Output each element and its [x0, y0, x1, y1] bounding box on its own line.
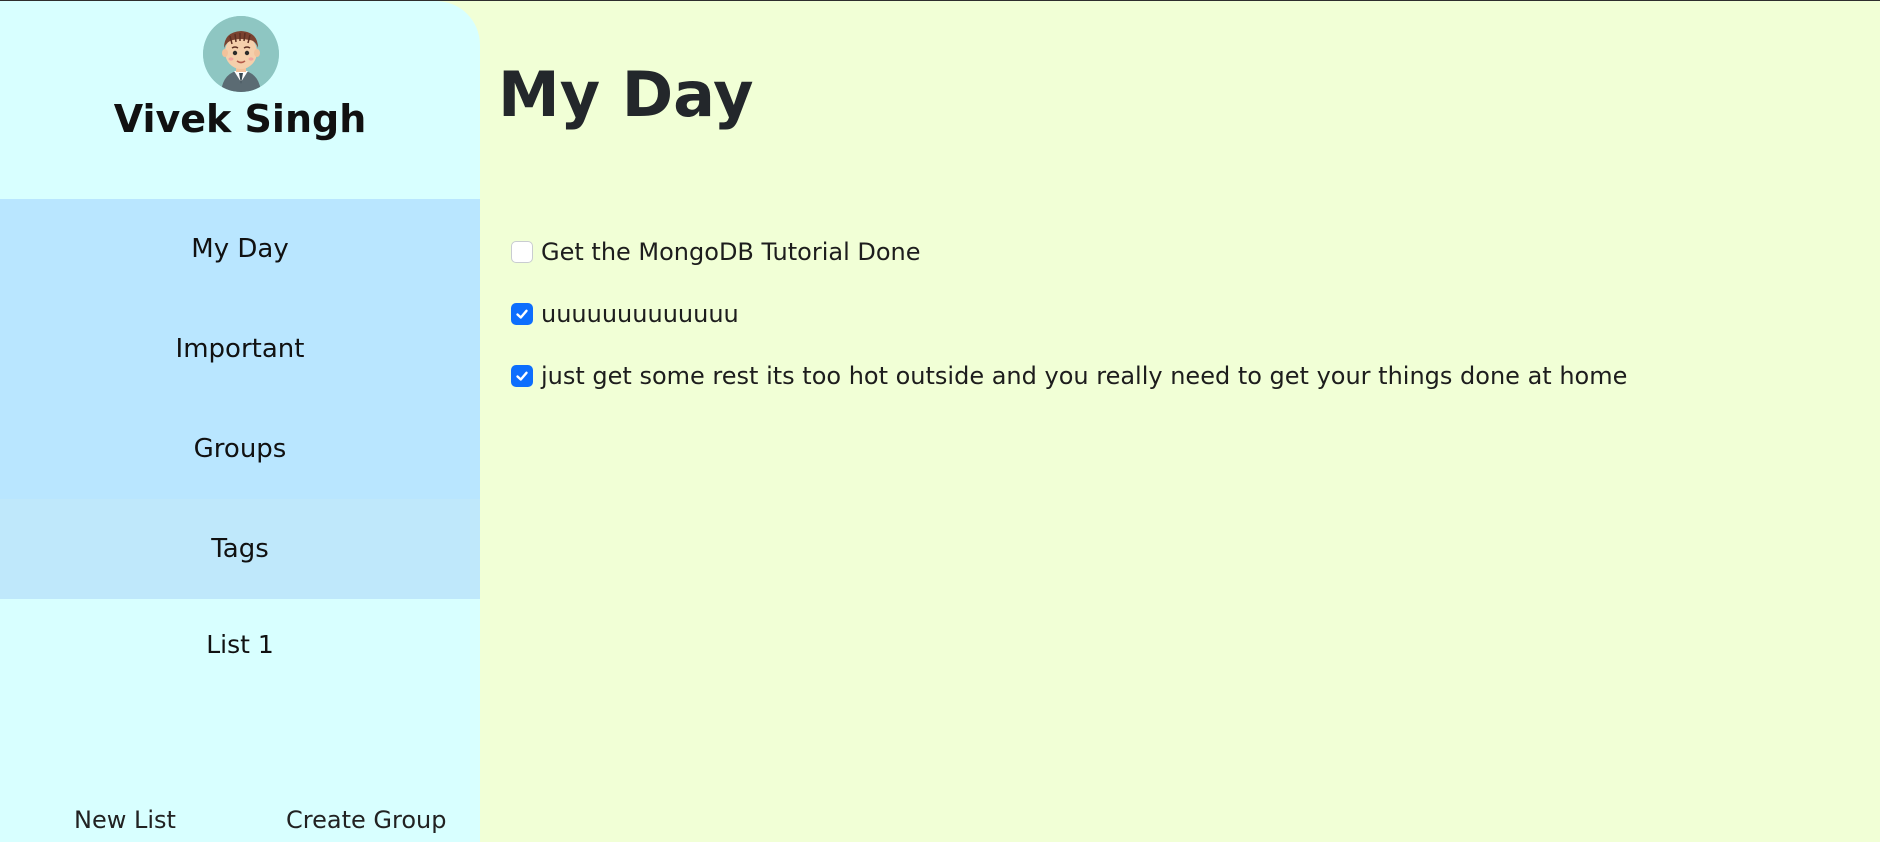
sidebar: Vivek Singh My Day Important Groups Tags…	[0, 1, 480, 842]
sidebar-item-important[interactable]: Important	[0, 299, 480, 399]
sidebar-nav: My Day Important Groups Tags	[0, 199, 480, 599]
avatar-illustration	[203, 16, 279, 92]
page-title: My Day	[498, 58, 754, 131]
sidebar-item-tags[interactable]: Tags	[0, 499, 480, 599]
task-checkbox[interactable]	[511, 241, 533, 263]
task-text: just get some rest its too hot outside a…	[541, 362, 1628, 390]
task-item: Get the MongoDB Tutorial Done	[511, 221, 1811, 283]
sidebar-item-my-day[interactable]: My Day	[0, 199, 480, 299]
sidebar-item-groups[interactable]: Groups	[0, 399, 480, 499]
user-profile: Vivek Singh	[0, 1, 480, 199]
checkmark-icon	[516, 309, 528, 319]
task-checkbox[interactable]	[511, 365, 533, 387]
task-list: Get the MongoDB Tutorial Done uuuuuuuuuu…	[511, 221, 1811, 407]
create-group-button[interactable]: Create Group	[286, 797, 446, 842]
sidebar-list-item[interactable]: List 1	[0, 619, 480, 671]
main-content: My Day Get the MongoDB Tutorial Done uuu…	[480, 1, 1880, 842]
new-list-button[interactable]: New List	[74, 797, 176, 842]
task-item: just get some rest its too hot outside a…	[511, 345, 1811, 407]
sidebar-footer-actions: New List Create Group	[0, 797, 480, 842]
task-text: Get the MongoDB Tutorial Done	[541, 238, 921, 266]
task-text: uuuuuuuuuuuuu	[541, 300, 739, 328]
avatar	[203, 16, 279, 92]
checkmark-icon	[516, 371, 528, 381]
task-item: uuuuuuuuuuuuu	[511, 283, 1811, 345]
task-checkbox[interactable]	[511, 303, 533, 325]
user-name: Vivek Singh	[113, 97, 367, 141]
